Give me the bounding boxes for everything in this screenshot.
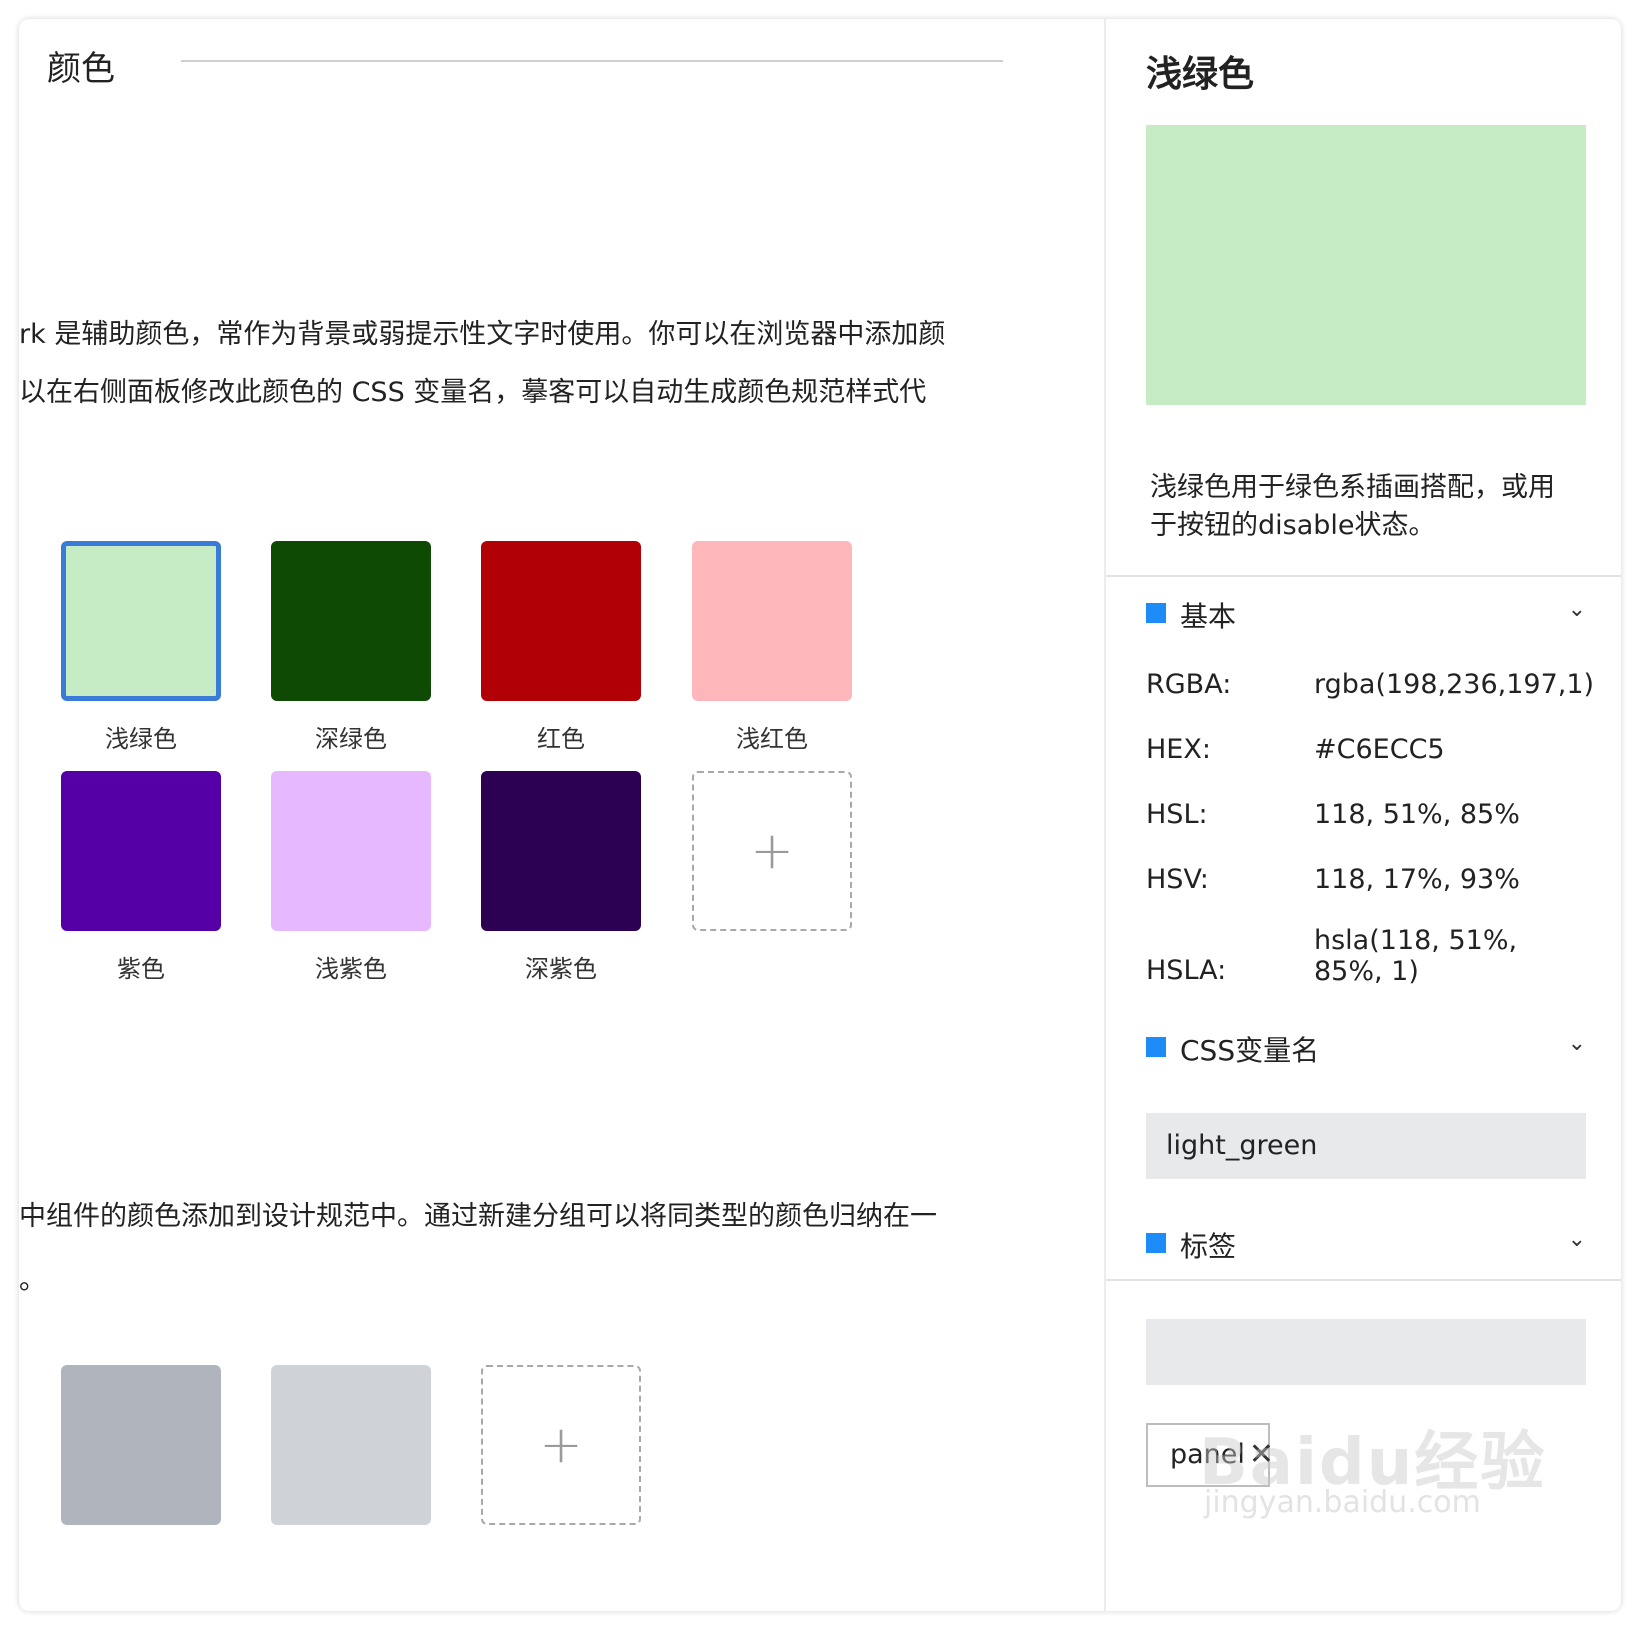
watermark-url: jingyan.baidu.com xyxy=(1204,1485,1481,1520)
section-title: 颜色 xyxy=(47,49,115,89)
swatch-light-red[interactable] xyxy=(692,541,852,701)
swatch-dark-green[interactable] xyxy=(271,541,431,701)
description-line: 。 xyxy=(19,1265,46,1296)
color-library-area: 颜色 rk 是辅助颜色，常作为背景或弱提示性文字时使用。你可以在浏览器中添加颜 … xyxy=(19,19,1104,1611)
color-description[interactable]: 浅绿色用于绿色系插画搭配，或用于按钮的disable状态。 xyxy=(1150,469,1580,545)
title-divider xyxy=(181,60,1003,62)
hex-value: #C6ECC5 xyxy=(1314,734,1445,765)
chevron-down-icon[interactable]: ⌄ xyxy=(1568,1031,1586,1056)
add-color-button[interactable]: + xyxy=(692,771,852,931)
swatch-light-purple[interactable] xyxy=(271,771,431,931)
section-marker-icon xyxy=(1146,1233,1166,1253)
hex-label: HEX: xyxy=(1146,734,1211,765)
section-css-var-header[interactable]: CSS变量名 ⌄ xyxy=(1146,1029,1586,1069)
hsv-label: HSV: xyxy=(1146,864,1209,895)
section-label: 标签 xyxy=(1180,1230,1237,1263)
hsl-label: HSL: xyxy=(1146,799,1208,830)
swatch-label: 浅紫色 xyxy=(315,955,387,983)
swatch-gray[interactable] xyxy=(61,1365,221,1525)
swatch-label: 红色 xyxy=(537,725,585,753)
rgba-label: RGBA: xyxy=(1146,669,1232,700)
section-marker-icon xyxy=(1146,603,1166,623)
swatch-red[interactable] xyxy=(481,541,641,701)
divider xyxy=(1106,1279,1621,1281)
description-line: rk 是辅助颜色，常作为背景或弱提示性文字时使用。你可以在浏览器中添加颜 xyxy=(19,319,946,350)
swatch-label: 浅绿色 xyxy=(105,725,177,753)
swatch-light-gray[interactable] xyxy=(271,1365,431,1525)
swatch-dark-purple[interactable] xyxy=(481,771,641,931)
swatch-label: 深绿色 xyxy=(315,725,387,753)
chevron-down-icon[interactable]: ⌄ xyxy=(1568,597,1586,622)
hsla-label: HSLA: xyxy=(1146,955,1227,986)
rgba-value: rgba(198,236,197,1) xyxy=(1314,669,1595,700)
chevron-down-icon[interactable]: ⌄ xyxy=(1568,1227,1586,1252)
section-marker-icon xyxy=(1146,1037,1166,1057)
section-basic-header[interactable]: 基本 ⌄ xyxy=(1146,595,1586,635)
hsl-value: 118, 51%, 85% xyxy=(1314,799,1520,830)
color-preview xyxy=(1146,125,1586,405)
section-label: 基本 xyxy=(1180,600,1237,633)
color-detail-panel: 浅绿色 浅绿色用于绿色系插画搭配，或用于按钮的disable状态。 基本 ⌄ R… xyxy=(1104,19,1621,1611)
swatch-purple[interactable] xyxy=(61,771,221,931)
tag-input[interactable] xyxy=(1146,1319,1586,1385)
css-variable-input[interactable]: light_green xyxy=(1146,1113,1586,1179)
swatch-light-green[interactable] xyxy=(61,541,221,701)
section-tags-header[interactable]: 标签 ⌄ xyxy=(1146,1225,1586,1265)
hsla-value: hsla(118, 51%, 85%, 1) xyxy=(1314,925,1518,987)
section-label: CSS变量名 xyxy=(1180,1034,1320,1067)
swatch-label: 浅红色 xyxy=(736,725,808,753)
add-color-button[interactable]: + xyxy=(481,1365,641,1525)
swatch-label: 紫色 xyxy=(117,955,165,983)
plus-icon: + xyxy=(750,821,794,881)
divider xyxy=(1106,575,1621,577)
panel-title: 浅绿色 xyxy=(1146,54,1255,95)
description-line: 以在右侧面板修改此颜色的 CSS 变量名，摹客可以自动生成颜色规范样式代 xyxy=(19,377,927,408)
hsv-value: 118, 17%, 93% xyxy=(1314,864,1520,895)
plus-icon: + xyxy=(539,1415,583,1475)
swatch-label: 深紫色 xyxy=(525,955,597,983)
app-window: 颜色 rk 是辅助颜色，常作为背景或弱提示性文字时使用。你可以在浏览器中添加颜 … xyxy=(19,19,1621,1611)
description-line: 中组件的颜色添加到设计规范中。通过新建分组可以将同类型的颜色归纳在一 xyxy=(19,1201,937,1232)
